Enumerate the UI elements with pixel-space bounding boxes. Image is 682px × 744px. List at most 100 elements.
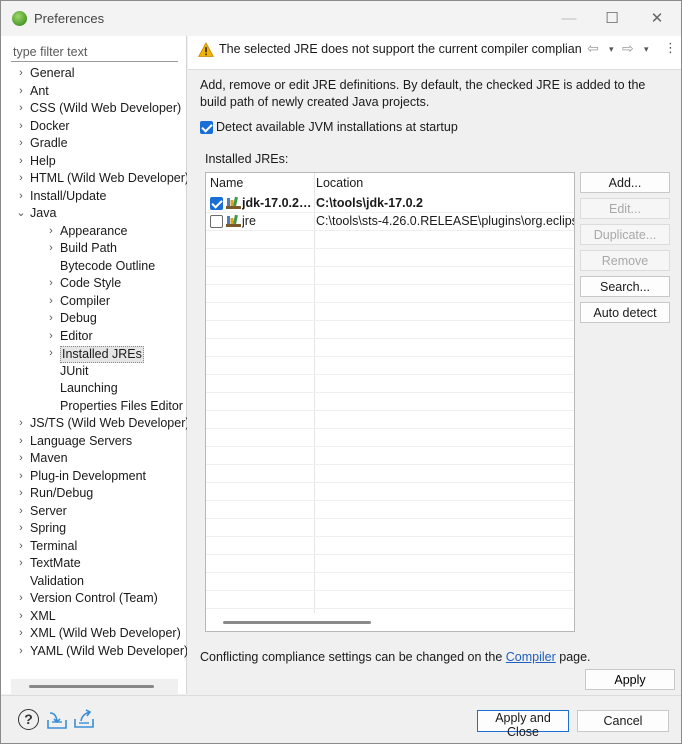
tree-item-label[interactable]: Java — [30, 205, 56, 223]
tree-item[interactable]: › XML (Wild Web Developer) — [1, 625, 187, 643]
chevron-right-icon[interactable]: › — [15, 135, 27, 153]
tree-item[interactable]: › General — [1, 65, 187, 83]
tree-item-label[interactable]: Installed JREs — [60, 346, 144, 363]
tree-item[interactable]: › Spring — [1, 520, 187, 538]
tree-item[interactable]: › Build Path — [1, 240, 187, 258]
chevron-right-icon[interactable]: › — [15, 643, 27, 661]
chevron-right-icon[interactable]: › — [15, 555, 27, 573]
tree-item-label[interactable]: JUnit — [60, 363, 88, 381]
tree-item-label[interactable]: Help — [30, 153, 56, 171]
chevron-right-icon[interactable]: › — [45, 328, 57, 346]
chevron-right-icon[interactable]: › — [45, 275, 57, 293]
tree-item[interactable]: › Appearance — [1, 223, 187, 241]
chevron-right-icon[interactable]: › — [45, 345, 57, 363]
tree-item-label[interactable]: Version Control (Team) — [30, 590, 158, 608]
tree-item[interactable]: Validation — [1, 573, 187, 591]
tree-item[interactable]: › Language Servers — [1, 433, 187, 451]
chevron-right-icon[interactable]: › — [15, 538, 27, 556]
compiler-link[interactable]: Compiler — [506, 650, 556, 664]
tree-item-label[interactable]: Server — [30, 503, 67, 521]
tree-item-label[interactable]: Run/Debug — [30, 485, 93, 503]
view-menu-icon[interactable]: ⋮ — [664, 40, 677, 56]
tree-item-label[interactable]: Validation — [30, 573, 84, 591]
tree-item-label[interactable]: Appearance — [60, 223, 127, 241]
tree-item[interactable]: › Terminal — [1, 538, 187, 556]
chevron-right-icon[interactable]: › — [15, 485, 27, 503]
tree-item[interactable]: › CSS (Wild Web Developer) — [1, 100, 187, 118]
chevron-right-icon[interactable]: › — [15, 83, 27, 101]
minimize-button[interactable]: — — [546, 7, 592, 31]
tree-item[interactable]: › Installed JREs — [1, 345, 187, 363]
jre-checkbox[interactable] — [210, 197, 223, 210]
tree-item[interactable]: › Run/Debug — [1, 485, 187, 503]
tree-item-label[interactable]: Code Style — [60, 275, 121, 293]
tree-item[interactable]: Properties Files Editor — [1, 398, 187, 416]
forward-arrow-icon[interactable]: ⇨ — [622, 40, 634, 57]
chevron-right-icon[interactable]: › — [15, 625, 27, 643]
chevron-right-icon[interactable]: › — [15, 503, 27, 521]
tree-item[interactable]: › Maven — [1, 450, 187, 468]
chevron-right-icon[interactable]: › — [15, 188, 27, 206]
tree-item[interactable]: › Compiler — [1, 293, 187, 311]
scrollbar-thumb[interactable] — [29, 685, 154, 688]
tree-item-label[interactable]: Gradle — [30, 135, 68, 153]
tree-item[interactable]: Launching — [1, 380, 187, 398]
edit-jre-button[interactable]: Edit... — [580, 198, 670, 219]
chevron-right-icon[interactable]: › — [15, 65, 27, 83]
tree-item-label[interactable]: XML (Wild Web Developer) — [30, 625, 181, 643]
remove-jre-button[interactable]: Remove — [580, 250, 670, 271]
tree-item-label[interactable]: Install/Update — [30, 188, 106, 206]
chevron-right-icon[interactable]: › — [45, 293, 57, 311]
tree-item[interactable]: Bytecode Outline — [1, 258, 187, 276]
chevron-right-icon[interactable]: › — [15, 170, 27, 188]
detect-jvm-checkbox[interactable] — [200, 121, 213, 134]
tree-item-label[interactable]: Properties Files Editor — [60, 398, 183, 416]
cancel-button[interactable]: Cancel — [577, 710, 669, 732]
tree-item[interactable]: › HTML (Wild Web Developer) — [1, 170, 187, 188]
chevron-right-icon[interactable]: › — [15, 118, 27, 136]
detect-jvm-label[interactable]: Detect available JVM installations at st… — [216, 120, 458, 134]
tree-item-label[interactable]: Bytecode Outline — [60, 258, 155, 276]
tree-item-label[interactable]: JS/TS (Wild Web Developer) — [30, 415, 187, 433]
tree-item[interactable]: › Help — [1, 153, 187, 171]
chevron-right-icon[interactable]: › — [15, 468, 27, 486]
tree-item[interactable]: › Debug — [1, 310, 187, 328]
chevron-right-icon[interactable]: › — [15, 415, 27, 433]
tree-item-label[interactable]: Build Path — [60, 240, 117, 258]
export-icon[interactable] — [73, 709, 95, 729]
tree-item-label[interactable]: XML — [30, 608, 56, 626]
add-jre-button[interactable]: Add... — [580, 172, 670, 193]
tree-item-label[interactable]: Launching — [60, 380, 118, 398]
tree-item[interactable]: › Version Control (Team) — [1, 590, 187, 608]
tree-item[interactable]: › YAML (Wild Web Developer) — [1, 643, 187, 661]
tree-item-label[interactable]: Editor — [60, 328, 93, 346]
forward-dropdown-icon[interactable]: ▾ — [644, 44, 649, 55]
installed-jres-table[interactable]: Name Location jdk-17.0.2 (default) C:\too… — [205, 172, 575, 632]
help-icon[interactable]: ? — [18, 709, 39, 730]
jre-row[interactable]: jdk-17.0.2 (default) C:\tools\jdk-17.0.2 — [206, 194, 574, 212]
chevron-down-icon[interactable]: ⌄ — [15, 205, 27, 223]
jre-row[interactable]: jre C:\tools\sts-4.26.0.RELEASE\plugins\o… — [206, 212, 574, 230]
tree-item-label[interactable]: Plug-in Development — [30, 468, 146, 486]
tree-item-label[interactable]: YAML (Wild Web Developer) — [30, 643, 187, 661]
chevron-right-icon[interactable]: › — [15, 153, 27, 171]
chevron-right-icon[interactable]: › — [15, 520, 27, 538]
jre-checkbox[interactable] — [210, 215, 223, 228]
column-header-location[interactable]: Location — [316, 176, 363, 190]
tree-item[interactable]: JUnit — [1, 363, 187, 381]
chevron-right-icon[interactable]: › — [45, 240, 57, 258]
tree-item-label[interactable]: Spring — [30, 520, 66, 538]
tree-item[interactable]: ⌄ Java — [1, 205, 187, 223]
tree-item-label[interactable]: TextMate — [30, 555, 81, 573]
chevron-right-icon[interactable]: › — [15, 590, 27, 608]
close-button[interactable]: ✕ — [634, 7, 680, 31]
tree-item-label[interactable]: Terminal — [30, 538, 77, 556]
apply-button[interactable]: Apply — [585, 669, 675, 690]
maximize-button[interactable]: ☐ — [589, 7, 635, 31]
column-header-name[interactable]: Name — [210, 176, 243, 190]
tree-item[interactable]: › XML — [1, 608, 187, 626]
import-icon[interactable] — [46, 710, 68, 730]
apply-and-close-button[interactable]: Apply and Close — [477, 710, 569, 739]
tree-item[interactable]: › Install/Update — [1, 188, 187, 206]
scrollbar-thumb[interactable] — [223, 621, 371, 624]
